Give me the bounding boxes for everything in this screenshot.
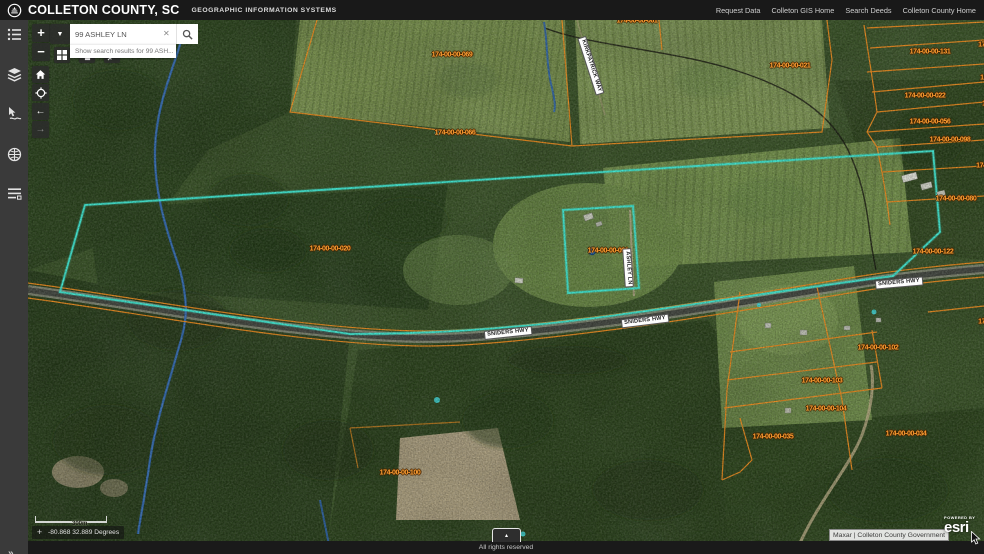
app-header: COLLETON COUNTY, SC GEOGRAPHIC INFORMATI… — [0, 0, 984, 20]
parcel-label[interactable]: 174-00-00-100 — [380, 470, 421, 477]
crosshair-icon[interactable]: + — [34, 527, 45, 538]
coordinates-text: -80.868 32.889 Degrees — [48, 529, 119, 536]
tool-sidebar: » — [0, 20, 28, 554]
home-icon — [35, 69, 46, 80]
attribution-toggle-tab[interactable]: ▴ — [492, 528, 521, 542]
back-button[interactable]: ← — [32, 103, 49, 120]
county-seal-logo — [7, 3, 22, 18]
search-input[interactable] — [70, 24, 176, 44]
grain-overlay-light — [28, 20, 984, 541]
grid-icon — [57, 50, 67, 60]
locate-button[interactable] — [32, 84, 49, 101]
parcel-label[interactable]: 174-00-00-104 — [806, 406, 847, 413]
parcel-label[interactable]: 174-00-00-098 — [930, 137, 971, 144]
header-link[interactable]: Colleton County Home — [903, 6, 976, 15]
forward-button[interactable]: → — [32, 121, 49, 138]
parcel-label[interactable]: 174-00-00-066 — [435, 130, 476, 137]
basemap-toggle-button[interactable] — [54, 47, 70, 63]
layers-icon[interactable] — [7, 67, 22, 82]
search-source-dropdown[interactable]: ▼ — [50, 24, 70, 44]
attribution-text: Maxar | Colleton County Government — [833, 532, 945, 539]
parcel-label[interactable]: 174-00-00-056 — [910, 119, 951, 126]
parcel-label[interactable]: 174-00-00-0 — [980, 75, 984, 82]
home-button[interactable] — [32, 66, 49, 83]
clear-search-icon[interactable]: ✕ — [163, 29, 170, 39]
search-icon — [182, 29, 193, 40]
parcel-label[interactable]: 174-00-00-103 — [802, 378, 843, 385]
select-tools-icon[interactable] — [7, 106, 22, 121]
basemap-gallery-icon[interactable] — [7, 147, 22, 162]
parcel-label[interactable]: 174-00-00-0 — [978, 319, 984, 326]
esri-logo: POWERED BY esri — [944, 516, 975, 535]
app-subtitle: GEOGRAPHIC INFORMATION SYSTEMS — [192, 7, 337, 14]
parcel-label[interactable]: 174-00-00-022 — [905, 93, 946, 100]
parcel-label[interactable]: 174-00-00-102 — [858, 345, 899, 352]
header-link[interactable]: Search Deeds — [845, 6, 891, 15]
map-canvas[interactable] — [28, 20, 984, 541]
legend-icon[interactable] — [7, 27, 22, 42]
parcel-label[interactable]: 174-00-00-0 — [976, 163, 984, 170]
parcel-label[interactable]: 174-00-00-020 — [310, 246, 351, 253]
scale-bar — [35, 516, 107, 523]
parcel-label[interactable]: 174-00-00-035 — [753, 434, 794, 441]
zoom-out-button[interactable]: − — [32, 43, 50, 61]
parcel-label[interactable]: 174-00-00-069 — [432, 52, 473, 59]
satellite-basemap — [28, 20, 984, 541]
locate-icon — [35, 87, 47, 99]
expand-icon[interactable]: » — [8, 548, 14, 554]
footer-bar: All rights reserved — [28, 541, 984, 554]
map-attribution: Maxar | Colleton County Government — [829, 529, 949, 541]
parcel-label[interactable]: 174-00-00-131 — [910, 49, 951, 56]
header-link[interactable]: Colleton GIS Home — [771, 6, 834, 15]
app-title: COLLETON COUNTY, SC — [28, 3, 180, 17]
parcel-label[interactable]: 174-00-00-1 — [978, 42, 984, 49]
search-suggestion-text: Show search results for 99 ASH... — [70, 48, 174, 55]
coordinates-widget: + -80.868 32.889 Degrees — [32, 526, 124, 539]
search-suggestion[interactable]: Show search results for 99 ASH... — [70, 44, 176, 58]
esri-wordmark: esri — [944, 520, 975, 535]
search-button[interactable] — [176, 24, 198, 44]
parcel-label[interactable]: 174-00-00-080 — [936, 196, 977, 203]
parcel-label[interactable]: 174-00-00-021 — [770, 63, 811, 70]
header-link[interactable]: Request Data — [716, 6, 761, 15]
footer-text: All rights reserved — [479, 544, 533, 551]
parcel-label[interactable]: 174-00-00-034 — [886, 431, 927, 438]
header-links: Request Data Colleton GIS Home Search Deed… — [716, 6, 976, 15]
zoom-in-button[interactable]: + — [32, 24, 50, 42]
parcel-label[interactable]: 174-00-00-091 — [588, 248, 629, 255]
layer-list-icon[interactable] — [7, 186, 22, 201]
parcel-label[interactable]: 174-00-00-122 — [913, 249, 954, 256]
